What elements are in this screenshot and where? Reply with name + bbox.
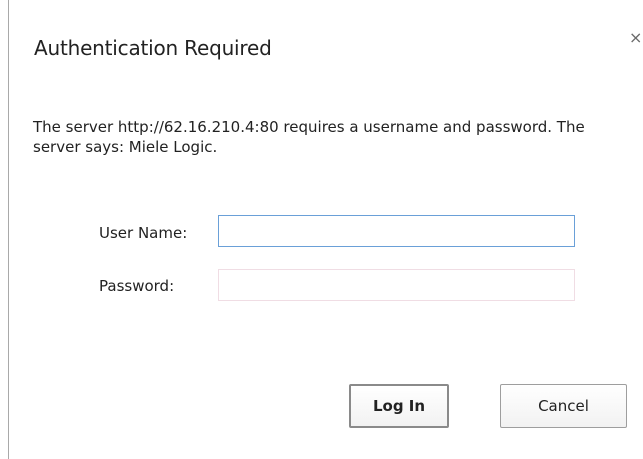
close-icon[interactable]: × bbox=[629, 30, 642, 46]
cancel-button[interactable]: Cancel bbox=[500, 384, 627, 428]
username-input[interactable] bbox=[218, 215, 575, 247]
password-label: Password: bbox=[99, 277, 175, 295]
auth-dialog: Authentication Required × The server htt… bbox=[0, 0, 643, 459]
dialog-title: Authentication Required bbox=[34, 36, 272, 60]
login-button[interactable]: Log In bbox=[349, 384, 449, 428]
dialog-message: The server http://62.16.210.4:80 require… bbox=[33, 118, 585, 156]
password-input[interactable] bbox=[218, 269, 575, 301]
dialog-left-border bbox=[8, 0, 9, 459]
username-label: User Name: bbox=[99, 224, 188, 242]
